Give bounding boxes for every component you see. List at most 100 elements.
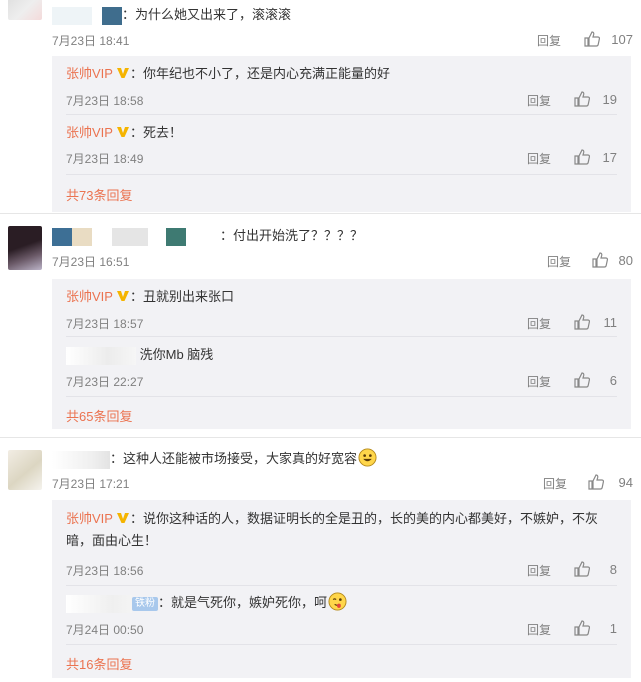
like-count: 94 bbox=[618, 475, 633, 490]
reply-time: 7月23日 18:56 bbox=[66, 564, 144, 578]
avatar[interactable] bbox=[8, 450, 42, 490]
like-count: 8 bbox=[609, 562, 617, 577]
like-button[interactable]: 94 bbox=[587, 471, 633, 495]
censored-username bbox=[52, 450, 110, 469]
thread-divider bbox=[0, 437, 641, 438]
comment-body: ：这种人还能被市场接受，大家真的好宽容 bbox=[52, 448, 377, 469]
reply-button[interactable]: 回复 bbox=[527, 150, 551, 167]
reply-button[interactable]: 回复 bbox=[527, 373, 551, 390]
reply-button[interactable]: 回复 bbox=[527, 315, 551, 332]
like-button[interactable]: 107 bbox=[583, 28, 633, 52]
verified-v-icon bbox=[116, 68, 129, 78]
like-button[interactable]: 11 bbox=[573, 311, 617, 335]
reply-text: ：你年纪也不小了，还是内心充满正能量的好 bbox=[129, 66, 390, 81]
divider bbox=[66, 396, 617, 397]
tongue-emoji-icon bbox=[328, 592, 347, 611]
more-replies-link[interactable]: 共73条回复 bbox=[66, 185, 132, 204]
reply-text: ：丑就别出来张口 bbox=[129, 289, 234, 304]
reply-box: 张帅VIP ：丑就别出来张口 7月23日 18:57 回复 11 洗你Mb 脑残 … bbox=[52, 279, 631, 429]
avatar[interactable] bbox=[8, 0, 42, 20]
reply-item: 张帅VIP ：你年纪也不小了，还是内心充满正能量的好 7月23日 18:58 回复… bbox=[66, 64, 617, 112]
reply-text: 洗你Mb 脑残 bbox=[139, 347, 214, 362]
more-replies-link[interactable]: 共16条回复 bbox=[66, 654, 132, 673]
like-button[interactable]: 6 bbox=[573, 369, 617, 393]
like-count: 19 bbox=[602, 92, 617, 107]
verified-v-icon bbox=[116, 127, 129, 137]
reply-button[interactable]: 回复 bbox=[527, 92, 551, 109]
comment-time: 7月23日 17:21 bbox=[52, 477, 130, 491]
like-count: 80 bbox=[618, 253, 633, 268]
reply-meta: 7月23日 18:58 回复 19 bbox=[66, 88, 617, 112]
reply-text: ：就是气死你，嫉妒死你，呵 bbox=[158, 595, 328, 610]
comment-body: ：付出开始洗了？？？？ bbox=[52, 226, 363, 246]
like-count: 17 bbox=[602, 150, 617, 165]
reply-meta: 7月23日 18:57 回复 11 bbox=[66, 311, 617, 335]
comment-meta: 7月23日 17:21 回复 94 bbox=[52, 471, 633, 495]
thumbs-up-icon bbox=[592, 252, 609, 268]
thumbs-up-icon bbox=[574, 372, 591, 388]
reply-item: 铁粉 ：就是气死你，嫉妒死你，呵 7月24日 00:50 回复 1 bbox=[66, 592, 617, 640]
thumbs-up-icon bbox=[588, 474, 605, 490]
reply-button[interactable]: 回复 bbox=[527, 562, 551, 579]
verified-v-icon bbox=[116, 291, 129, 301]
censored-username bbox=[66, 346, 136, 365]
reply-button[interactable]: 回复 bbox=[537, 32, 561, 49]
verified-v-icon bbox=[116, 513, 129, 523]
reply-item: 洗你Mb 脑残 7月23日 22:27 回复 6 bbox=[66, 345, 617, 393]
like-button[interactable]: 8 bbox=[573, 558, 617, 582]
reply-button[interactable]: 回复 bbox=[547, 253, 571, 270]
like-count: 11 bbox=[603, 315, 618, 330]
like-button[interactable]: 19 bbox=[573, 88, 617, 112]
comment-text: ：为什么她又出来了，滚滚滚 bbox=[122, 7, 292, 22]
comment-text: ：这种人还能被市场接受，大家真的好宽容 bbox=[110, 451, 358, 466]
reply-text-line2: 暗，面由心生！ bbox=[66, 533, 158, 548]
reply-username[interactable]: 张帅VIP bbox=[66, 511, 113, 526]
reply-meta: 7月23日 22:27 回复 6 bbox=[66, 369, 617, 393]
thumbs-up-icon bbox=[574, 149, 591, 165]
like-button[interactable]: 80 bbox=[591, 249, 633, 273]
thumbs-up-icon bbox=[574, 561, 591, 577]
reply-box: 张帅VIP ：说你这种话的人，数据证明长的全是丑的，长的美的内心都美好，不嫉妒，不… bbox=[52, 500, 631, 678]
thumbs-up-icon bbox=[574, 314, 591, 330]
comment-meta: 7月23日 18:41 回复 107 bbox=[52, 28, 633, 52]
more-replies-link[interactable]: 共65条回复 bbox=[66, 406, 132, 425]
thumbs-up-icon bbox=[584, 31, 601, 47]
grin-emoji-icon bbox=[358, 448, 377, 467]
like-count: 6 bbox=[609, 373, 617, 388]
like-count: 107 bbox=[611, 32, 633, 47]
comment-time: 7月23日 18:41 bbox=[52, 34, 130, 48]
thumbs-up-icon bbox=[574, 620, 591, 636]
censored-username bbox=[52, 6, 122, 25]
reply-meta: 7月23日 18:56 回复 8 bbox=[66, 558, 617, 582]
reply-item: 张帅VIP ：丑就别出来张口 7月23日 18:57 回复 11 bbox=[66, 287, 617, 335]
reply-time: 7月23日 22:27 bbox=[66, 375, 144, 389]
comment-meta: 7月23日 16:51 回复 80 bbox=[52, 249, 633, 273]
like-button[interactable]: 17 bbox=[573, 146, 617, 170]
reply-username[interactable]: 张帅VIP bbox=[66, 125, 113, 140]
reply-item: 张帅VIP ：死去！ 7月23日 18:49 回复 17 bbox=[66, 123, 617, 171]
reply-username[interactable]: 张帅VIP bbox=[66, 66, 113, 81]
reply-item: 张帅VIP ：说你这种话的人，数据证明长的全是丑的，长的美的内心都美好，不嫉妒，不… bbox=[66, 508, 617, 578]
reply-box: 张帅VIP ：你年纪也不小了，还是内心充满正能量的好 7月23日 18:58 回复… bbox=[52, 56, 631, 212]
avatar[interactable] bbox=[8, 226, 42, 270]
reply-meta: 7月24日 00:50 回复 1 bbox=[66, 617, 617, 641]
reply-time: 7月23日 18:49 bbox=[66, 152, 144, 166]
reply-button[interactable]: 回复 bbox=[527, 621, 551, 638]
divider bbox=[66, 585, 617, 586]
reply-time: 7月23日 18:58 bbox=[66, 94, 144, 108]
divider bbox=[66, 644, 617, 645]
divider bbox=[66, 336, 617, 337]
like-button[interactable]: 1 bbox=[573, 617, 617, 641]
reply-button[interactable]: 回复 bbox=[543, 475, 567, 492]
divider bbox=[66, 114, 617, 115]
reply-username[interactable]: 张帅VIP bbox=[66, 289, 113, 304]
reply-text-line1: ：说你这种话的人，数据证明长的全是丑的，长的美的内心都美好，不嫉妒，不灰 bbox=[129, 511, 598, 526]
comment-body: ：为什么她又出来了，滚滚滚 bbox=[52, 5, 291, 25]
reply-meta: 7月23日 18:49 回复 17 bbox=[66, 146, 617, 170]
reply-text: ：死去！ bbox=[129, 125, 182, 140]
reply-time: 7月24日 00:50 bbox=[66, 623, 144, 637]
like-count: 1 bbox=[609, 621, 617, 636]
comment-text: ：付出开始洗了？？？？ bbox=[220, 228, 364, 243]
fan-badge: 铁粉 bbox=[132, 597, 158, 611]
reply-time: 7月23日 18:57 bbox=[66, 317, 144, 331]
